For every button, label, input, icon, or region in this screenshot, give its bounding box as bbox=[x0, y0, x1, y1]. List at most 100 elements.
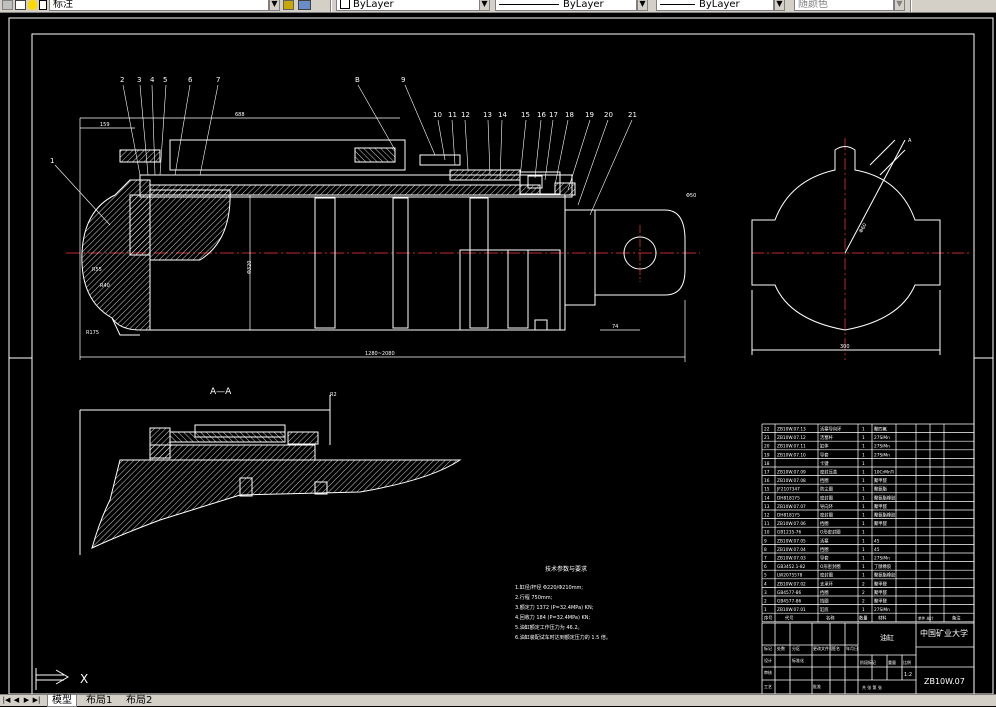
bom-cell-name: 导向环 bbox=[820, 503, 834, 510]
bom-cell-material: 丁腈橡胶 bbox=[874, 563, 892, 570]
tb-label: 工艺 bbox=[764, 684, 772, 689]
bom-header-no: 序号 bbox=[764, 615, 773, 622]
dim-label: Φ50 bbox=[686, 193, 696, 199]
bom-cell-material: 聚甲醛 bbox=[874, 503, 888, 510]
bom-cell-name: 支承环 bbox=[820, 580, 834, 587]
drawing-canvas[interactable]: 159 688 1280~2080 Φ320 74 R55 R40 R175 Φ… bbox=[0, 12, 996, 694]
layer-properties-icon[interactable] bbox=[298, 0, 311, 10]
bom-cell-material: 聚氨酯橡胶 bbox=[874, 572, 896, 579]
bom-cell-code: JF2107347 bbox=[776, 487, 800, 493]
bom-cell-code: ZB10W.07.04 bbox=[777, 547, 806, 553]
callout-number: 4 bbox=[150, 76, 155, 84]
prev-tab-icon[interactable]: ◀ bbox=[12, 696, 21, 705]
chevron-down-icon[interactable]: ▼ bbox=[479, 0, 490, 11]
callout-number: 17 bbox=[549, 111, 558, 119]
tab-layout2[interactable]: 布局2 bbox=[122, 695, 156, 706]
layer-icon[interactable] bbox=[15, 0, 26, 10]
dim-label: 1280~2080 bbox=[365, 351, 395, 357]
sheet-info: 共 张 第 张 bbox=[862, 684, 882, 690]
chevron-down-icon[interactable]: ▼ bbox=[637, 0, 648, 11]
bom-cell-name: 密封圈 bbox=[820, 572, 833, 579]
callout-number: 18 bbox=[565, 111, 574, 119]
tech-title: 技术参数与要求 bbox=[545, 565, 587, 573]
dim-label: 74 bbox=[612, 324, 618, 330]
tech-line: 1.缸径/杆径 Φ220/Φ210mm; bbox=[515, 584, 583, 591]
last-tab-icon[interactable]: ▶| bbox=[32, 696, 41, 705]
bom-cell-material: 聚氨酯橡胶 bbox=[874, 494, 896, 501]
next-tab-icon[interactable]: ▶ bbox=[22, 696, 31, 705]
tab-model[interactable]: 模型 bbox=[47, 695, 77, 707]
section-aa-view bbox=[79, 395, 462, 555]
bom-cell-name: 活塞杆 bbox=[820, 434, 834, 441]
bom-cell-code: ZB10W.07.02 bbox=[777, 581, 806, 587]
lightbulb-icon[interactable] bbox=[28, 0, 37, 10]
bom-cell-material: 聚甲醛 bbox=[874, 520, 888, 527]
color-select[interactable]: ByLayer bbox=[336, 0, 481, 11]
bom-cell-code: GB4577-86 bbox=[777, 599, 801, 605]
bom-cell-no: 8 bbox=[764, 547, 767, 553]
bom-cell-code: GB4577-86 bbox=[777, 590, 801, 596]
scale-value: 1:2 bbox=[904, 672, 912, 678]
dim-style-select[interactable]: 标注 bbox=[49, 0, 269, 11]
callout-number: B bbox=[355, 76, 360, 84]
bom-cell-material: 45 bbox=[874, 547, 880, 553]
bom-cell-qty: 1 bbox=[862, 461, 865, 467]
bom-cell-name: 缸体 bbox=[820, 443, 829, 450]
bom-cell-no: 20 bbox=[764, 444, 770, 450]
tb-label: 设计 bbox=[764, 657, 772, 663]
bom-cell-qty: 1 bbox=[862, 487, 865, 493]
bom-cell-material: 聚甲醛 bbox=[874, 477, 888, 484]
school-name: 中国矿业大学 bbox=[920, 628, 968, 638]
bom-cell-name: 缸底 bbox=[820, 606, 829, 613]
part-name: 油缸 bbox=[880, 633, 894, 642]
chevron-down-icon[interactable]: ▼ bbox=[774, 0, 785, 11]
bom-cell-no: 3 bbox=[764, 590, 767, 596]
tb-label: 重量 bbox=[888, 659, 896, 665]
plotstyle-select[interactable]: 随颜色 bbox=[794, 0, 894, 11]
chevron-down-icon[interactable]: ▼ bbox=[894, 0, 905, 11]
callout-number: 13 bbox=[483, 111, 492, 119]
layer-state-icon[interactable] bbox=[2, 0, 13, 10]
dim-label: R55 bbox=[92, 267, 102, 273]
bom-cell-material: 45 bbox=[874, 538, 880, 544]
bom-cell-code: DH8181Y5 bbox=[777, 513, 800, 519]
color-swatch-icon bbox=[39, 0, 47, 10]
bom-cell-no: 17 bbox=[764, 470, 770, 476]
bom-cell-qty: 1 bbox=[862, 564, 865, 570]
tab-layout1[interactable]: 布局1 bbox=[82, 695, 116, 706]
tech-line: 2.行程 750mm; bbox=[515, 594, 553, 601]
bom-cell-code: ZB10W.07.11 bbox=[777, 444, 806, 450]
callout-number: 9 bbox=[401, 76, 405, 84]
callout-number: 2 bbox=[120, 76, 124, 84]
bom-cell-no: 1 bbox=[764, 607, 767, 613]
bom-cell-material: 聚甲醛 bbox=[874, 598, 888, 605]
bom-cell-code: ZB10W.07.01 bbox=[777, 607, 806, 613]
dim-label: R40 bbox=[100, 283, 110, 289]
bom-cell-no: 11 bbox=[764, 521, 770, 527]
bom-cell-name: O形密封圈 bbox=[820, 563, 841, 570]
cylinder-main-view bbox=[66, 139, 700, 336]
bom-cell-material: 27SiMn bbox=[874, 607, 890, 613]
color-value: ByLayer bbox=[353, 0, 394, 10]
linetype-select[interactable]: ByLayer bbox=[495, 0, 637, 11]
bom-cell-qty: 1 bbox=[862, 530, 865, 536]
bom-cell-material: 聚氨酯橡胶 bbox=[874, 512, 896, 519]
chevron-down-icon[interactable]: ▼ bbox=[269, 0, 280, 11]
first-tab-icon[interactable]: |◀ bbox=[2, 696, 11, 705]
bom-cell-material: 27SiMn bbox=[874, 556, 890, 562]
bom-cell-no: 19 bbox=[764, 452, 770, 458]
lineweight-select[interactable]: ByLayer bbox=[656, 0, 774, 11]
section-label: A—A bbox=[210, 387, 232, 397]
bom-cell-code: ZB10W.07.12 bbox=[777, 435, 806, 441]
bom-cell-qty: 1 bbox=[862, 504, 865, 510]
bom-cell-code: ZB10W.07.06 bbox=[777, 521, 806, 527]
bom-cell-qty: 1 bbox=[862, 556, 865, 562]
layer-previous-icon[interactable] bbox=[283, 0, 294, 10]
bom-cell-material: 27SiMn bbox=[874, 452, 890, 458]
bom-cell-material: 聚四氟 bbox=[874, 426, 888, 433]
dim-label: 300 bbox=[840, 344, 850, 350]
bom-cell-name: O形密封圈 bbox=[820, 529, 841, 536]
callout-number: 15 bbox=[521, 111, 530, 119]
bom-cell-no: 22 bbox=[764, 427, 770, 433]
callout-number: 20 bbox=[604, 111, 613, 119]
